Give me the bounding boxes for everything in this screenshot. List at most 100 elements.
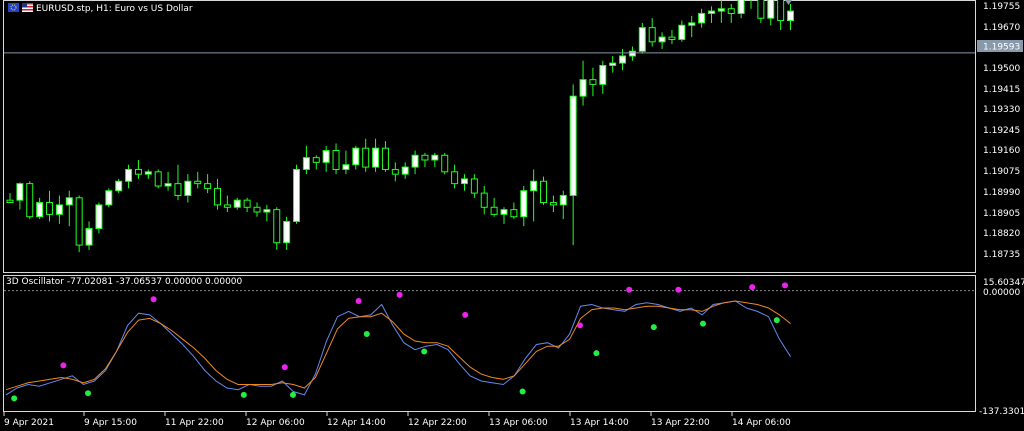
oscillator-slow-line [5, 300, 791, 391]
candle-body [411, 154, 419, 168]
price-tick-label: 1.18905 [983, 209, 1020, 219]
candle-body [628, 50, 636, 57]
candle-body [431, 154, 439, 161]
candle-body [36, 202, 44, 218]
candle-body [55, 204, 63, 215]
candle-body [283, 220, 291, 244]
time-tick-label: 9 Apr 15:00 [84, 418, 137, 428]
time-tick-label: 11 Apr 22:00 [165, 418, 224, 428]
price-tick-label: 1.19415 [983, 85, 1020, 95]
buy-signal-dot [421, 348, 428, 355]
candle-body [391, 168, 399, 175]
candle-body [263, 209, 271, 213]
buy-signal-dot [290, 391, 296, 398]
candle-body [352, 147, 360, 166]
price-tick-label: 1.19670 [983, 23, 1020, 33]
oscillator-header: 3D Oscillator -77.02081 -37.06537 0.0000… [6, 277, 242, 287]
oscillator-scale: 15.60347 0.00000 -137.33010 [979, 278, 1024, 417]
candle-body [125, 168, 133, 182]
sell-signal-dot [355, 298, 362, 305]
candle-body [322, 150, 330, 163]
buy-signal-dot [700, 320, 706, 327]
candle-body [134, 168, 142, 175]
candle-body [737, 0, 745, 14]
chart-title-bar: EURUSD.stp, H1: Euro vs US Dollar [8, 3, 193, 14]
candle-body [362, 147, 370, 168]
buy-signal-dot [650, 324, 657, 331]
candle-body [46, 202, 54, 215]
candle-body [174, 183, 182, 196]
buy-signal-dot [11, 395, 18, 402]
candle-body [589, 79, 597, 85]
candle-body [273, 209, 281, 244]
candlestick-series[interactable] [6, 0, 795, 253]
candle-body [154, 171, 162, 187]
oscillator-frame [3, 275, 976, 412]
price-tick-label: 1.19075 [983, 167, 1020, 177]
candle-body [332, 150, 340, 170]
candle-body [223, 204, 231, 208]
sell-signal-dot [782, 282, 788, 289]
candle-body [164, 183, 172, 187]
candle-body [95, 204, 103, 230]
candle-body [204, 183, 212, 189]
price-tick-label: 1.19500 [983, 64, 1020, 74]
time-tick-label: 12 Apr 06:00 [246, 418, 305, 428]
buy-signal-dot [519, 388, 526, 395]
candle-body [293, 168, 301, 222]
candle-body [253, 206, 261, 213]
candle-body [658, 36, 666, 43]
price-tick-label: 1.19755 [983, 2, 1020, 12]
symbol-title: EURUSD.stp, H1: Euro vs US Dollar [36, 4, 193, 14]
candle-body [549, 202, 557, 206]
candle-body [579, 79, 587, 97]
candle-body [105, 190, 113, 206]
buy-signal-dot [240, 391, 247, 398]
sell-signal-dot [396, 291, 403, 298]
time-tick-label: 12 Apr 22:00 [408, 418, 467, 428]
candle-body [372, 147, 380, 168]
candle-body [85, 228, 93, 246]
candle-body [717, 8, 725, 12]
candle-body [520, 190, 528, 218]
candle-body [510, 209, 518, 218]
candle-body [540, 180, 548, 204]
price-tick-label: 1.19160 [983, 146, 1020, 156]
sell-signal-dot [150, 296, 157, 303]
candle-body [75, 197, 83, 246]
oscillator-scale-max: 15.60347 [983, 278, 1024, 288]
candle-body [243, 199, 251, 208]
candle-body [707, 10, 715, 14]
candle-body [451, 171, 459, 185]
candle-body [115, 180, 123, 192]
sell-signal-dot [60, 362, 67, 369]
candle-body [638, 27, 646, 52]
sell-signal-dot [462, 311, 469, 318]
oscillator-fast-line [5, 300, 792, 396]
candle-body [530, 180, 538, 192]
main-chart-frame [3, 0, 976, 273]
candle-body [648, 27, 656, 43]
candle-body [698, 12, 706, 24]
eu-flag-icon [8, 3, 19, 12]
buy-signal-dot [773, 317, 780, 324]
trading-chart[interactable]: 1.19755 1.19670 1.19500 1.19415 1.19330 … [0, 0, 1024, 431]
candle-body [421, 154, 429, 161]
oscillator-scale-zero: 0.00000 [983, 288, 1020, 298]
candle-body [460, 178, 468, 185]
price-tick-label: 1.18735 [983, 250, 1020, 260]
candle-body [559, 194, 567, 206]
candle-body [668, 36, 676, 40]
candle-body [470, 178, 478, 194]
sell-signal-dot [281, 364, 288, 371]
us-flag-icon [22, 3, 33, 12]
time-tick-label: 13 Apr 22:00 [651, 418, 710, 428]
price-tick-label: 1.19245 [983, 126, 1020, 136]
candle-body [144, 171, 152, 175]
price-tick-label: 1.18990 [983, 188, 1020, 198]
candle-body [767, 0, 775, 19]
candle-body [213, 187, 221, 206]
candle-body [727, 8, 735, 14]
candle-body [16, 183, 24, 201]
sell-signal-dot [749, 284, 756, 291]
